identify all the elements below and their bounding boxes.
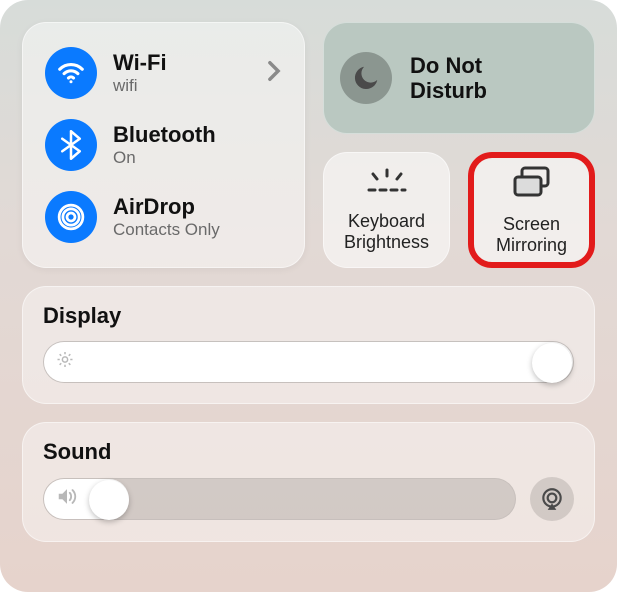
airdrop-text: AirDrop Contacts Only [113, 194, 220, 240]
airdrop-icon [45, 191, 97, 243]
bluetooth-title: Bluetooth [113, 122, 216, 148]
moon-icon [340, 52, 392, 104]
wifi-subtitle: wifi [113, 76, 167, 96]
sound-slider[interactable] [43, 478, 516, 520]
sound-card: Sound [22, 422, 595, 542]
bluetooth-subtitle: On [113, 148, 216, 168]
wifi-row[interactable]: Wi-Fi wifi [41, 37, 286, 109]
airdrop-title: AirDrop [113, 194, 220, 220]
screen-mirroring-tile[interactable]: Screen Mirroring [468, 152, 595, 268]
keyboard-brightness-label: Keyboard Brightness [344, 211, 429, 252]
display-fill [44, 342, 573, 382]
bluetooth-text: Bluetooth On [113, 122, 216, 168]
sound-title: Sound [43, 439, 574, 465]
bluetooth-icon [45, 119, 97, 171]
dnd-line1: Do Not [410, 53, 487, 78]
bluetooth-row[interactable]: Bluetooth On [41, 109, 286, 181]
do-not-disturb-card[interactable]: Do Not Disturb [323, 22, 595, 134]
wifi-title: Wi-Fi [113, 50, 167, 76]
dnd-label: Do Not Disturb [410, 53, 487, 104]
display-title: Display [43, 303, 574, 329]
display-knob[interactable] [532, 343, 572, 383]
airdrop-row[interactable]: AirDrop Contacts Only [41, 181, 286, 253]
control-center-panel: Wi-Fi wifi Bluetooth On [0, 0, 617, 592]
sound-knob[interactable] [89, 480, 129, 520]
screen-mirroring-icon [510, 165, 554, 204]
display-slider[interactable] [43, 341, 574, 383]
airdrop-subtitle: Contacts Only [113, 220, 220, 240]
connectivity-card: Wi-Fi wifi Bluetooth On [22, 22, 305, 268]
keyboard-brightness-tile[interactable]: Keyboard Brightness [323, 152, 450, 268]
tiles-row: Keyboard Brightness Screen Mirroring [323, 152, 595, 268]
wifi-text: Wi-Fi wifi [113, 50, 167, 96]
screen-mirroring-label: Screen Mirroring [496, 214, 567, 255]
keyboard-brightness-icon [365, 168, 409, 201]
wifi-icon [45, 47, 97, 99]
display-slider-wrap [43, 341, 574, 383]
sun-icon [56, 351, 74, 374]
sound-slider-wrap [43, 477, 574, 521]
right-column: Do Not Disturb Keyboard [323, 22, 595, 268]
airplay-audio-button[interactable] [530, 477, 574, 521]
dnd-line2: Disturb [410, 78, 487, 103]
speaker-icon [56, 487, 78, 512]
top-row: Wi-Fi wifi Bluetooth On [22, 22, 595, 268]
chevron-right-icon[interactable] [266, 60, 282, 87]
display-card: Display [22, 286, 595, 404]
